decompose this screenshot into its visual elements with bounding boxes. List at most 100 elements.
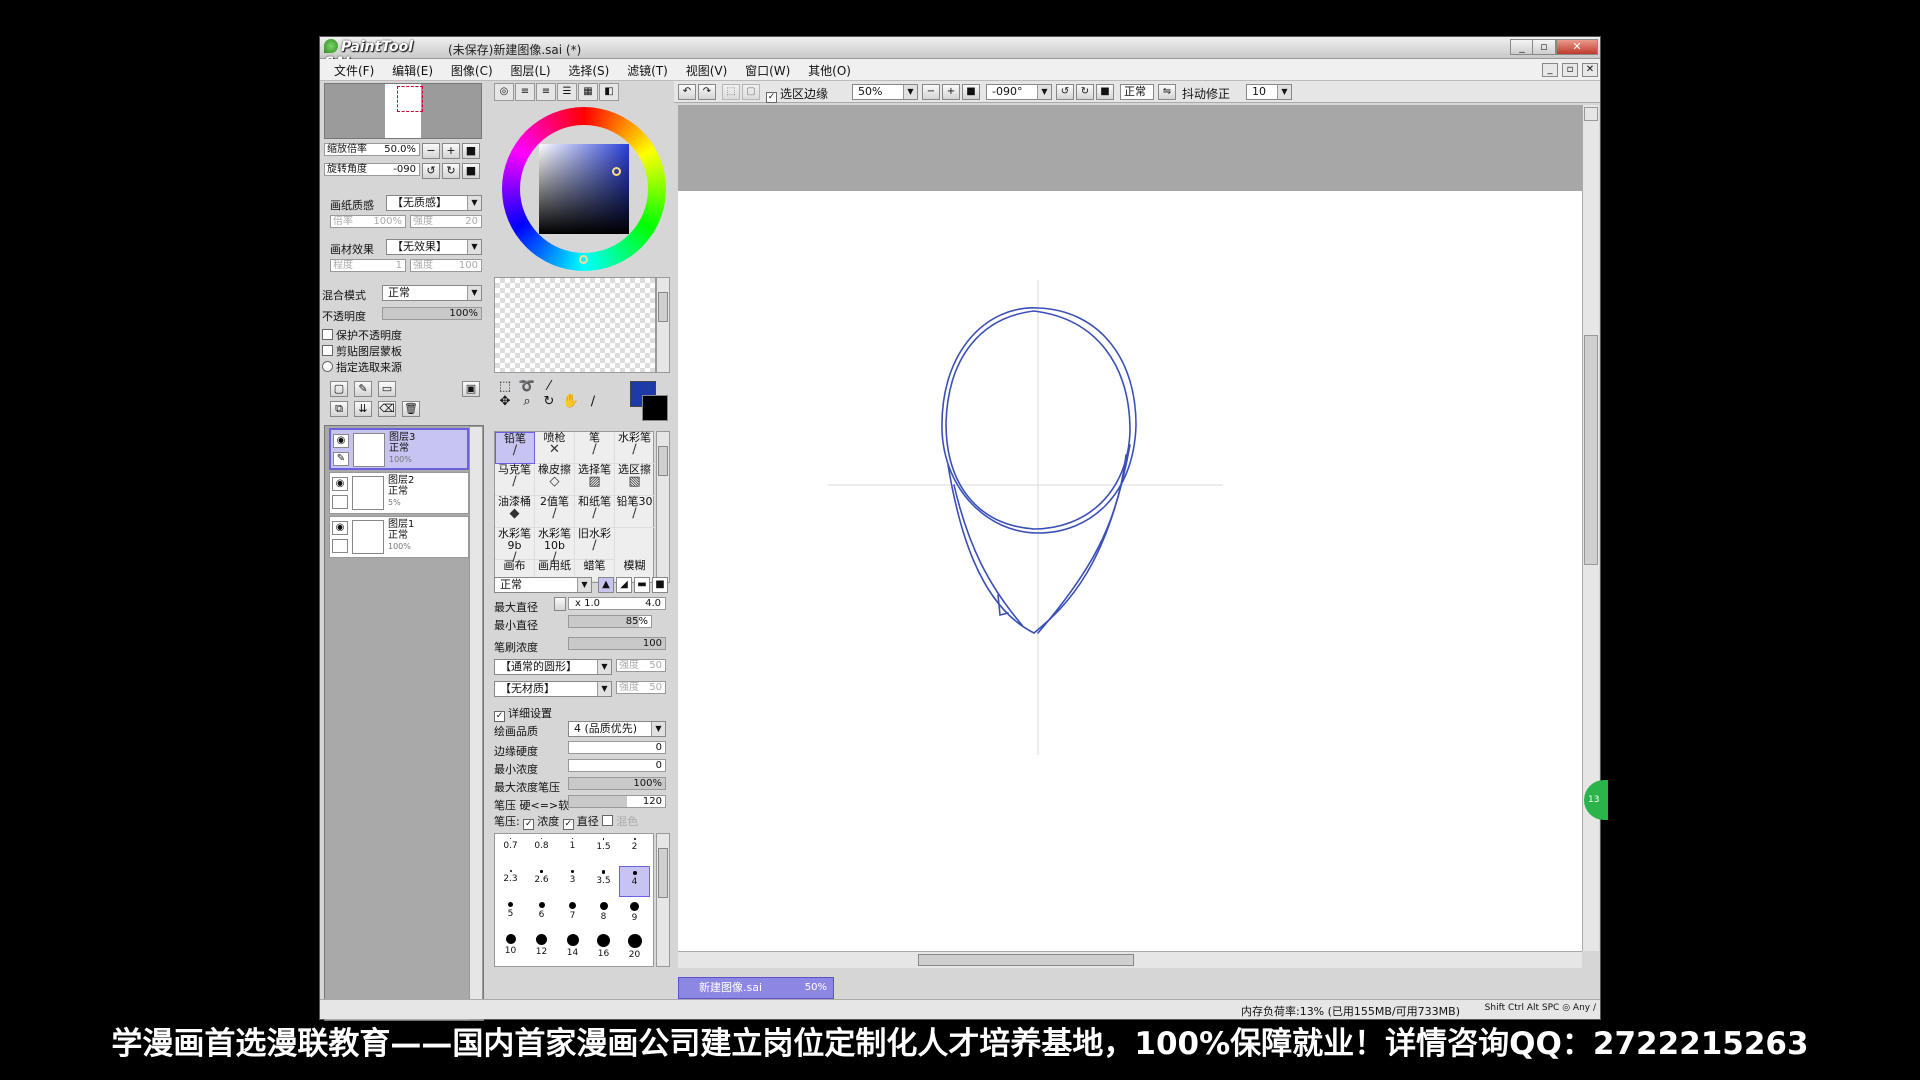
brush-pencil30[interactable]: 铅笔30 ∕ xyxy=(615,496,655,528)
stabilizer-select[interactable]: 10 ▼ xyxy=(1246,84,1292,100)
mdi-close-button[interactable]: ✕ xyxy=(1582,63,1598,77)
navigator-preview[interactable] xyxy=(324,83,482,139)
eye-icon[interactable]: ◉ xyxy=(333,434,349,448)
new-layer-icon[interactable]: ▢ xyxy=(330,381,348,397)
pencil-icon[interactable]: ✎ xyxy=(333,452,349,466)
zoom-in-icon[interactable]: + xyxy=(942,84,960,100)
rotate-reset-button[interactable]: ■ xyxy=(462,163,480,179)
scroll-up-icon[interactable] xyxy=(1584,107,1598,121)
blend-mode-select[interactable]: 正常 ▼ xyxy=(382,285,482,301)
select-all-icon[interactable]: ▢ xyxy=(742,84,760,100)
new-linked-layer-icon[interactable]: ✎ xyxy=(354,381,372,397)
brush-size-option[interactable]: 1 xyxy=(557,834,588,865)
sv-picker-handle[interactable] xyxy=(612,167,621,176)
brush-size-option[interactable]: 16 xyxy=(588,930,619,961)
move-icon[interactable]: ✥ xyxy=(494,394,516,409)
flip-icon[interactable]: ⇋ xyxy=(1158,84,1176,100)
layer-row[interactable]: ◉ 图层1 正常 100% xyxy=(329,516,469,558)
menu-other[interactable]: 其他(O) xyxy=(794,59,851,79)
zoom-icon[interactable]: ⌕ xyxy=(516,394,538,409)
document-tab[interactable]: 新建图像.sai 50% xyxy=(678,977,834,999)
max-pressure-slider[interactable]: 100% xyxy=(568,777,666,790)
magic-wand-icon[interactable]: ⁄ xyxy=(538,379,560,394)
close-button[interactable]: ✕ xyxy=(1556,39,1598,55)
brush-size-option[interactable]: 1.5 xyxy=(588,834,619,865)
texture-scale-slider[interactable]: 倍率 100% xyxy=(330,215,406,228)
brush-select-eraser[interactable]: 选区擦 ▧ xyxy=(615,464,655,496)
canvas-vertical-scrollbar[interactable] xyxy=(1582,105,1599,951)
brush-scrollbar[interactable] xyxy=(656,431,670,583)
detail-settings-checkbox[interactable]: ✓ 详细设置 xyxy=(494,705,552,722)
selection-source-radio[interactable]: 指定选取来源 xyxy=(322,359,402,375)
rotate-right-button[interactable]: ↻ xyxy=(442,163,460,179)
preserve-opacity-checkbox[interactable]: 保护不透明度 xyxy=(322,327,402,343)
hue-picker-handle[interactable] xyxy=(579,255,588,264)
brush-size-option[interactable]: 0.7 xyxy=(495,834,526,865)
zoom-select[interactable]: 50% ▼ xyxy=(852,84,918,100)
tip-shape-round-icon[interactable]: ◢ xyxy=(616,577,632,593)
layer-row[interactable]: ◉ 图层2 正常 5% xyxy=(329,472,469,514)
brush-size-option[interactable]: 10 xyxy=(495,930,526,961)
brush-size-option[interactable]: 14 xyxy=(557,930,588,961)
brush-texture-select[interactable]: 【无材质】 ▼ xyxy=(494,681,612,697)
mixer-tab-icon[interactable]: ☰ xyxy=(557,83,577,101)
navigator-viewport[interactable] xyxy=(397,86,423,112)
edge-hardness-slider[interactable]: 0 xyxy=(568,741,666,754)
zoom-out-icon[interactable]: − xyxy=(922,84,940,100)
min-density-slider[interactable]: 0 xyxy=(568,759,666,772)
swatches-tab-icon[interactable]: ▦ xyxy=(578,83,598,101)
brush-watercolor[interactable]: 水彩笔 ∕ xyxy=(615,432,655,464)
pressure-size-checkbox[interactable]: ✓ 直径 xyxy=(562,815,599,830)
lasso-icon[interactable]: ➰ xyxy=(516,379,538,394)
scrollbar-thumb[interactable] xyxy=(658,848,668,898)
brush-size-option[interactable]: 9 xyxy=(619,898,650,929)
mdi-minimize-button[interactable]: _ xyxy=(1542,63,1558,77)
menu-select[interactable]: 选择(S) xyxy=(554,59,609,79)
brush-size-option[interactable]: 0.8 xyxy=(526,834,557,865)
menu-edit[interactable]: 编辑(E) xyxy=(378,59,433,79)
rgb-slider-tab-icon[interactable]: ≡ xyxy=(515,83,535,101)
brush-marker[interactable]: 马克笔 ∕ xyxy=(495,464,535,496)
pressure-blend-checkbox[interactable]: 混色 xyxy=(602,815,638,828)
brush-size-option[interactable]: 8 xyxy=(588,898,619,929)
layer-mask-icon[interactable]: ▣ xyxy=(462,381,480,397)
menu-filter[interactable]: 滤镜(T) xyxy=(613,59,668,79)
texture-strength-slider[interactable]: 强度 20 xyxy=(410,215,482,228)
rotate-left-button[interactable]: ↺ xyxy=(422,163,440,179)
clipping-checkbox[interactable]: 剪贴图层蒙板 xyxy=(322,343,402,359)
pressure-slider[interactable]: 120 xyxy=(568,795,666,808)
mdi-restore-button[interactable]: ▫ xyxy=(1562,63,1578,77)
saturation-value-square[interactable] xyxy=(539,144,629,234)
canvas-horizontal-scrollbar[interactable] xyxy=(678,951,1582,968)
max-size-slider[interactable]: x 1.0 4.0 xyxy=(568,597,666,610)
color-wheel[interactable] xyxy=(502,107,666,271)
brush-size-option[interactable]: 2.6 xyxy=(526,866,557,897)
size-lock-icon[interactable] xyxy=(554,597,566,611)
brush-bucket[interactable]: 油漆桶 ◆ xyxy=(495,496,535,528)
undo-icon[interactable]: ↶ xyxy=(678,84,696,100)
brush-binary-pen[interactable]: 2值笔 ∕ xyxy=(535,496,575,528)
color-wheel-tab-icon[interactable]: ◎ xyxy=(494,83,514,101)
brush-size-option[interactable]: 3.5 xyxy=(588,866,619,897)
eyedropper-icon[interactable]: ∕ xyxy=(582,394,604,409)
menu-file[interactable]: 文件(F) xyxy=(320,59,374,79)
lock-box[interactable] xyxy=(332,495,348,509)
menu-window[interactable]: 窗口(W) xyxy=(731,59,790,79)
brush-size-option[interactable]: 4 xyxy=(619,866,650,897)
selection-edge-checkbox[interactable]: ✓ 选区边缘 xyxy=(766,85,828,103)
clear-layer-icon[interactable]: ⌫ xyxy=(378,401,396,417)
brush-mode-select[interactable]: 正常 ▼ xyxy=(494,577,592,593)
drawing-canvas[interactable] xyxy=(678,105,1582,951)
brush-old-watercolor[interactable]: 旧水彩 ∕ xyxy=(575,528,615,560)
new-folder-icon[interactable]: ▭ xyxy=(378,381,396,397)
hand-icon[interactable]: ✋ xyxy=(560,394,582,409)
brush-size-option[interactable]: 2 xyxy=(619,834,650,865)
brush-size-option[interactable]: 3 xyxy=(557,866,588,897)
effect-strength-slider[interactable]: 强度 100 xyxy=(410,259,482,272)
paper-texture-select[interactable]: 【无质感】 ▼ xyxy=(386,195,482,211)
brush-size-option[interactable]: 5 xyxy=(495,898,526,929)
brush-watercolor-10b[interactable]: 水彩笔10b ∕ xyxy=(535,528,575,564)
shape-strength-slider[interactable]: 强度 50 xyxy=(616,659,666,672)
quality-select[interactable]: 4 (品质优先) ▼ xyxy=(568,721,666,737)
redo-icon[interactable]: ↷ xyxy=(698,84,716,100)
